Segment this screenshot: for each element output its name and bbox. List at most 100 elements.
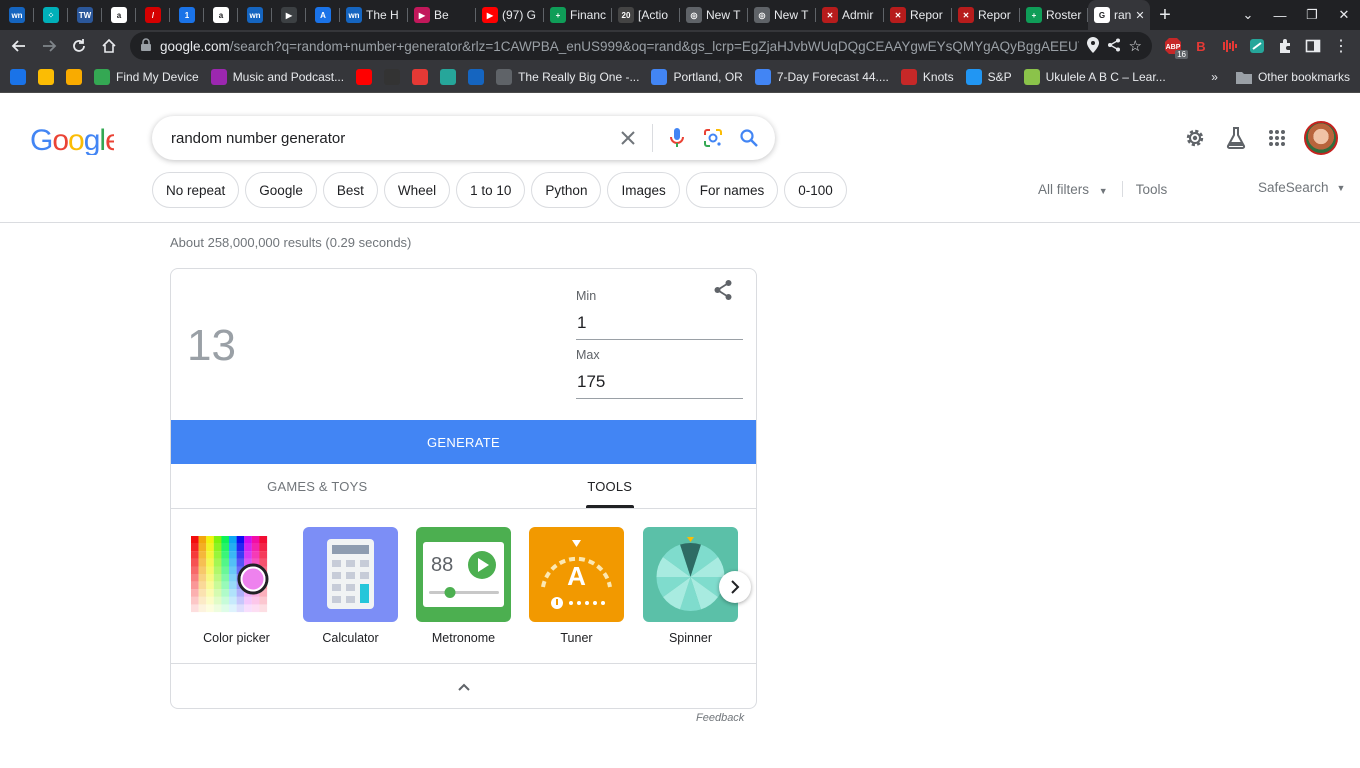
address-bar[interactable]: google.com/search?q=random+number+genera… xyxy=(130,32,1152,60)
search-icon[interactable] xyxy=(731,120,767,156)
tab-games-and-toys[interactable]: GAMES & TOYS xyxy=(171,464,464,508)
browser-tab[interactable]: ▶ (97) G xyxy=(476,0,544,30)
close-tab-icon[interactable]: ✕ xyxy=(1135,9,1144,22)
bookmark-item[interactable]: The Really Big One -... xyxy=(492,65,643,89)
browser-tab[interactable]: ▶ xyxy=(272,0,306,30)
browser-tab[interactable]: 1 xyxy=(170,0,204,30)
adblock-extension-icon[interactable]: ABP 16 xyxy=(1160,33,1188,59)
share-page-icon[interactable] xyxy=(1107,38,1121,55)
browser-tab[interactable]: wn The H xyxy=(340,0,408,30)
minimize-icon[interactable]: — xyxy=(1264,8,1296,23)
refinement-chip[interactable]: Google xyxy=(245,172,317,208)
tools-button[interactable]: Tools xyxy=(1136,182,1168,197)
reload-icon[interactable] xyxy=(66,33,92,59)
tuner-tool[interactable]: A Tuner xyxy=(529,527,624,645)
bookmark-item[interactable]: Find My Device xyxy=(90,65,203,89)
metronome-tool[interactable]: 88 Metronome xyxy=(416,527,511,645)
browser-tab[interactable]: wn xyxy=(238,0,272,30)
browser-tab[interactable]: ⁘ xyxy=(34,0,68,30)
browser-tab[interactable]: + Financ xyxy=(544,0,612,30)
browser-tab[interactable]: ✕ Admir xyxy=(816,0,884,30)
search-input[interactable]: random number generator xyxy=(171,130,610,147)
google-lens-icon[interactable] xyxy=(695,120,731,156)
refinement-chip[interactable]: Best xyxy=(322,172,378,208)
generate-button[interactable]: GENERATE xyxy=(171,420,756,464)
microphone-icon[interactable] xyxy=(659,120,695,156)
bookmark-item[interactable]: S&P xyxy=(962,65,1016,89)
safesearch-button[interactable]: SafeSearch ▼ xyxy=(1258,180,1345,195)
browser-tab[interactable]: A xyxy=(306,0,340,30)
browser-tab[interactable]: ◎ New T xyxy=(748,0,816,30)
browser-tab[interactable]: wn xyxy=(0,0,34,30)
browser-tab[interactable]: ▶ Be xyxy=(408,0,476,30)
puzzle-extensions-icon[interactable] xyxy=(1272,33,1298,59)
bookmarks-bar: Find My Device Music and Podcast... The Re… xyxy=(0,62,1360,93)
browser-tab[interactable]: Gran ✕ xyxy=(1088,0,1150,30)
refinement-chip[interactable]: For names xyxy=(685,172,779,208)
browser-tab[interactable]: ◎ New T xyxy=(680,0,748,30)
bookmark-item[interactable] xyxy=(380,65,404,89)
refinement-chip[interactable]: Python xyxy=(531,172,602,208)
back-icon[interactable] xyxy=(6,33,32,59)
apps-grid-icon[interactable] xyxy=(1263,124,1291,152)
restore-icon[interactable]: ❐ xyxy=(1296,7,1328,23)
tab-tools[interactable]: TOOLS xyxy=(464,464,757,508)
bookmark-item[interactable]: Ukulele A B C – Lear... xyxy=(1020,65,1170,89)
green-extension-icon[interactable] xyxy=(1244,33,1270,59)
labs-flask-icon[interactable] xyxy=(1222,124,1250,152)
other-bookmarks[interactable]: » Other bookmarks xyxy=(1211,70,1350,84)
tab-search-icon[interactable]: ⌄ xyxy=(1232,7,1264,23)
find-device-icon xyxy=(94,69,110,85)
browser-tab[interactable]: ✕ Repor xyxy=(952,0,1020,30)
browser-tab[interactable]: / xyxy=(136,0,170,30)
browser-menu-icon[interactable]: ⋮ xyxy=(1328,33,1354,59)
refinement-chip[interactable]: 0-100 xyxy=(784,172,847,208)
calculator-tool[interactable]: Calculator xyxy=(303,527,398,645)
search-box[interactable]: random number generator xyxy=(152,116,775,160)
refinement-chip[interactable]: No repeat xyxy=(152,172,240,208)
refinement-chip[interactable]: Images xyxy=(607,172,680,208)
home-icon[interactable] xyxy=(96,33,122,59)
bookmark-star-icon[interactable]: ☆ xyxy=(1129,37,1142,55)
browser-tab[interactable]: 20 [Actio xyxy=(612,0,680,30)
bookmark-item[interactable] xyxy=(34,65,58,89)
waveform-extension-icon[interactable] xyxy=(1216,33,1242,59)
location-pin-icon[interactable] xyxy=(1086,36,1099,56)
browser-tab[interactable]: TW xyxy=(68,0,102,30)
refinement-chip[interactable]: 1 to 10 xyxy=(456,172,526,208)
browser-tab[interactable]: ✕ Repor xyxy=(884,0,952,30)
bookmark-item[interactable]: Knots xyxy=(897,65,958,89)
close-window-icon[interactable]: ✕ xyxy=(1328,7,1360,23)
youtube-icon: ▶ xyxy=(482,7,498,23)
settings-gear-icon[interactable] xyxy=(1181,124,1209,152)
bookmark-item[interactable] xyxy=(408,65,432,89)
clear-icon[interactable] xyxy=(610,120,646,156)
bookmark-item[interactable] xyxy=(6,65,30,89)
all-filters-button[interactable]: All filters ▼ xyxy=(1038,182,1108,197)
bookmark-item[interactable] xyxy=(352,65,376,89)
bookmark-item[interactable]: Music and Podcast... xyxy=(207,65,348,89)
color-picker-tool[interactable]: Color picker xyxy=(189,527,284,645)
browser-tab[interactable]: a xyxy=(204,0,238,30)
new-tab-icon[interactable]: + xyxy=(1150,0,1180,30)
min-field: Min 1 xyxy=(576,289,743,340)
bookmark-item[interactable] xyxy=(62,65,86,89)
min-input[interactable]: 1 xyxy=(576,309,743,340)
red-b-extension-icon[interactable]: B xyxy=(1188,33,1214,59)
google-logo[interactable]: Google xyxy=(30,123,122,160)
carousel-next-button[interactable] xyxy=(719,571,751,603)
refinement-chip[interactable]: Wheel xyxy=(383,172,451,208)
collapse-button[interactable] xyxy=(171,663,756,708)
bookmark-item[interactable]: Portland, OR xyxy=(647,65,746,89)
forward-icon[interactable] xyxy=(36,33,62,59)
browser-tab[interactable]: + Roster xyxy=(1020,0,1088,30)
bookmark-item[interactable]: 7-Day Forecast 44.... xyxy=(751,65,893,89)
bookmark-item[interactable] xyxy=(436,65,460,89)
side-panel-icon[interactable] xyxy=(1300,33,1326,59)
browser-tab[interactable]: a xyxy=(102,0,136,30)
feedback-link[interactable]: Feedback xyxy=(696,712,744,724)
bookmark-item[interactable] xyxy=(464,65,488,89)
max-input[interactable]: 175 xyxy=(576,368,743,399)
chevron-double-right-icon[interactable]: » xyxy=(1211,70,1218,84)
account-avatar[interactable] xyxy=(1304,121,1338,155)
